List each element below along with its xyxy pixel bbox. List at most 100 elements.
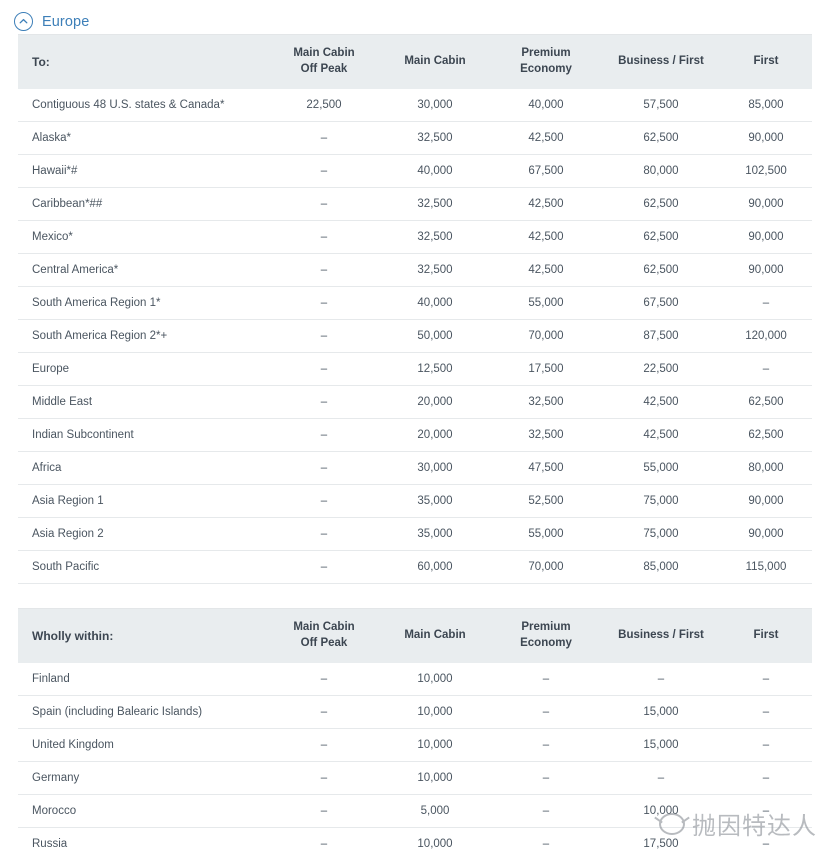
table-row: Central America* –32,500 42,500 62,500 90,00… [18,253,812,287]
cell-value: 30,000 [380,88,490,122]
cell-value: 57,500 [602,88,720,122]
column-header-3: Premium Economy [490,608,602,663]
cell-value: 22,500 [602,352,720,386]
column-header-4: Business / First [602,608,720,663]
cell-value: 55,000 [602,451,720,485]
row-label: Mexico* [18,220,268,254]
cell-value: 70,000 [490,550,602,584]
cell-value: 62,500 [602,187,720,221]
cell-value: 52,500 [490,484,602,518]
row-label: South Pacific [18,550,268,584]
column-header-line1: Main Cabin [404,54,466,67]
table-row: Middle East –20,000 32,500 42,500 62,500 [18,385,812,419]
cell-value: 10,000 [380,662,490,696]
row-label: South America Region 1* [18,286,268,320]
row-label: Middle East [18,385,268,419]
column-header-line2: Economy [520,62,572,75]
row-label: Morocco [18,794,268,828]
chevron-up-circle-icon[interactable] [14,12,33,31]
cell-value: 20,000 [380,385,490,419]
cell-value: 115,000 [720,550,812,584]
cell-value: 40,000 [380,154,490,188]
column-header-line1: Premium [521,47,571,60]
cell-value: – [602,662,720,696]
cell-value: 90,000 [720,187,812,221]
cell-value: 10,000 [602,794,720,828]
row-label: Russia [18,827,268,855]
cell-value: – [720,352,812,386]
cell-value: – [268,827,380,855]
table-row: Russia –10,000–17,500– [18,827,812,855]
cell-value: 62,500 [602,220,720,254]
row-label: Africa [18,451,268,485]
table-row: Finland –10,000– – – [18,662,812,696]
row-label: Central America* [18,253,268,287]
column-header-row-label: To: [18,34,268,89]
cell-value: – [268,352,380,386]
header-row: To: Main Cabin Off Peak Main Cabin Premium Ec… [18,34,812,89]
cell-value: – [720,794,812,828]
cell-value: 62,500 [602,253,720,287]
row-label: Europe [18,352,268,386]
cell-value: – [720,761,812,795]
row-label: Caribbean*## [18,187,268,221]
table-row: Europe –12,500 17,500 22,500– [18,352,812,386]
cell-value: 5,000 [380,794,490,828]
cell-value: – [268,662,380,696]
row-label: Spain (including Balearic Islands) [18,695,268,729]
cell-value: 10,000 [380,761,490,795]
row-label: Hawaii*# [18,154,268,188]
cell-value: 90,000 [720,220,812,254]
cell-value: 90,000 [720,484,812,518]
column-header-line2: Off Peak [300,636,348,649]
cell-value: – [268,418,380,452]
cell-value: – [268,187,380,221]
cell-value: 70,000 [490,319,602,353]
cell-value: 120,000 [720,319,812,353]
table-row: Alaska* –32,500 42,500 62,500 90,000 [18,121,812,155]
cell-value: 42,500 [490,220,602,254]
table-row: Germany –10,000– – – [18,761,812,795]
row-label: Asia Region 2 [18,517,268,551]
cell-value: – [268,794,380,828]
cell-value: 17,500 [490,352,602,386]
column-header-line1: Premium [521,621,571,634]
cell-value: 75,000 [602,484,720,518]
header-row: Wholly within: Main Cabin Off Peak Main Cab… [18,608,812,663]
row-label: Alaska* [18,121,268,155]
cell-value: 35,000 [380,517,490,551]
cell-value: – [720,827,812,855]
cell-value: 10,000 [380,695,490,729]
cell-value: 42,500 [602,385,720,419]
cell-value: 50,000 [380,319,490,353]
table-row: South Pacific –60,000 70,000 85,000 115,000 [18,550,812,584]
cell-value: – [602,761,720,795]
section-header-europe[interactable]: Europe [0,0,827,34]
cell-value: 42,500 [490,187,602,221]
row-label: Contiguous 48 U.S. states & Canada* [18,88,268,122]
cell-value: 15,000 [602,728,720,762]
table-header: To: Main Cabin Off Peak Main Cabin Premium Ec… [18,34,812,89]
column-header-2: Main Cabin [380,608,490,663]
cell-value: – [720,728,812,762]
table-row: Contiguous 48 U.S. states & Canada* 22,50… [18,88,812,122]
cell-value: 32,500 [380,220,490,254]
cell-value: – [268,761,380,795]
cell-value: 67,500 [602,286,720,320]
row-label: Germany [18,761,268,795]
table-row: United Kingdom –10,000–15,000– [18,728,812,762]
row-label: Finland [18,662,268,696]
column-header-3: Premium Economy [490,34,602,89]
row-label: Indian Subcontinent [18,418,268,452]
column-header-row-label: Wholly within: [18,608,268,663]
cell-value: – [490,662,602,696]
cell-value: – [720,286,812,320]
cell-value: – [490,827,602,855]
table-row: Mexico* –32,500 42,500 62,500 90,000 [18,220,812,254]
cell-value: 80,000 [720,451,812,485]
column-header-line2: Off Peak [300,62,348,75]
cell-value: 67,500 [490,154,602,188]
cell-value: – [268,253,380,287]
cell-value: – [490,761,602,795]
cell-value: 47,500 [490,451,602,485]
